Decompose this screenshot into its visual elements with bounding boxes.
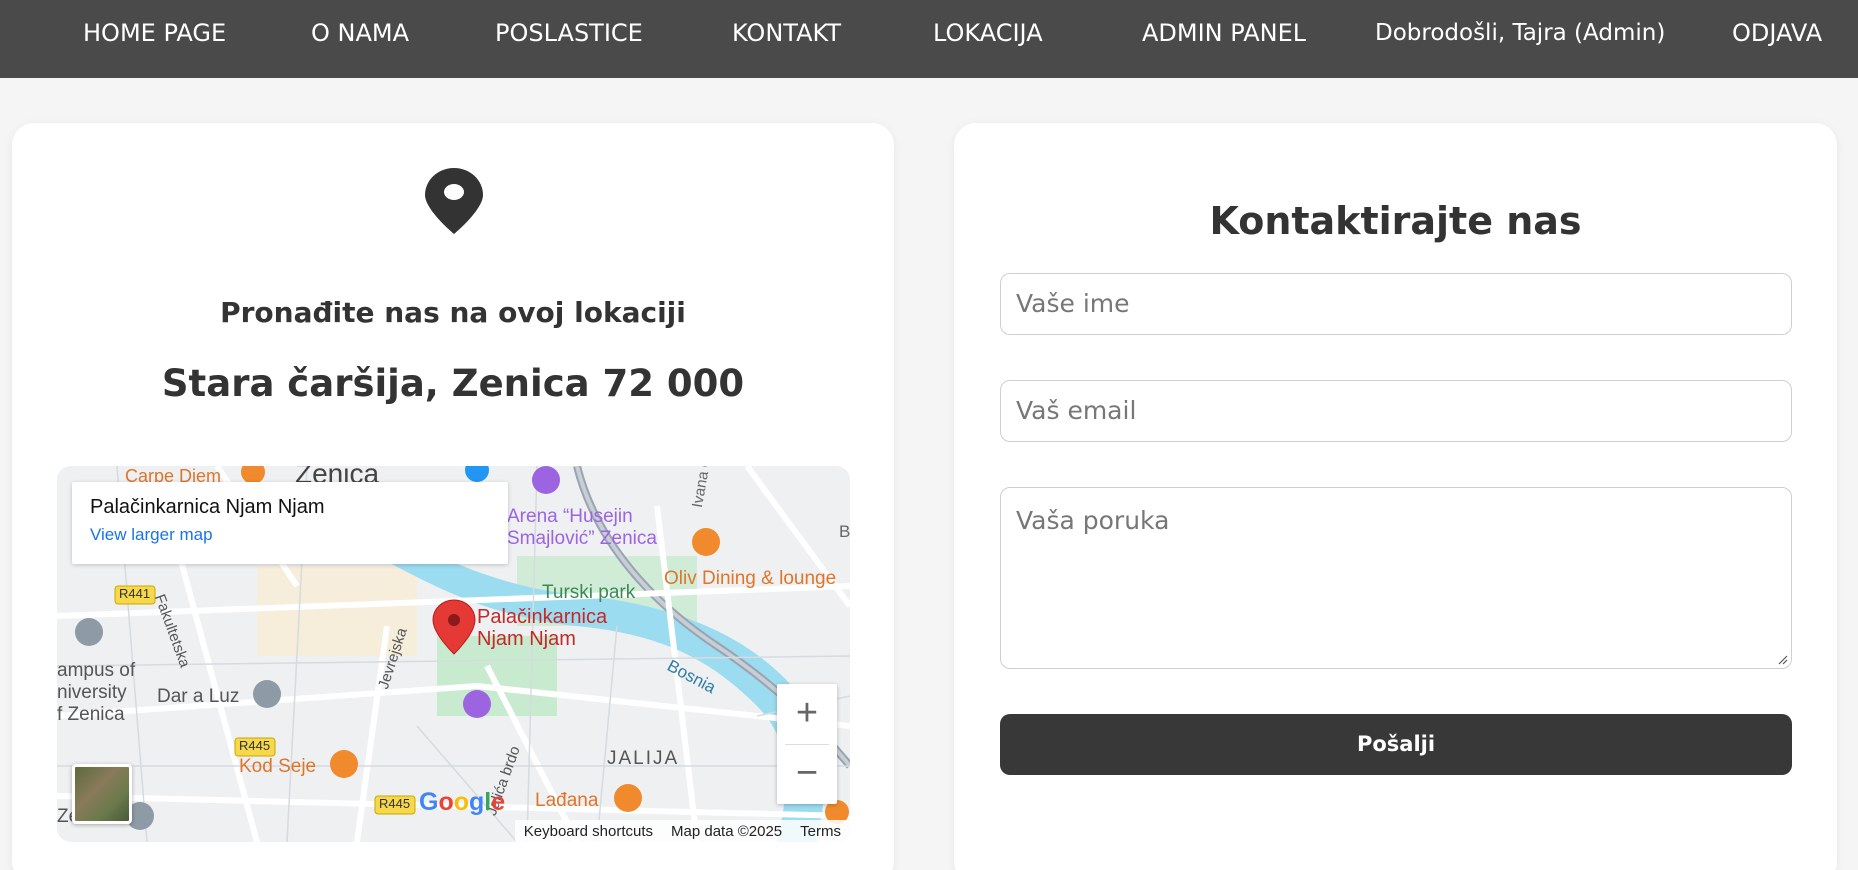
map-label-turski-park: Turski park <box>542 582 636 603</box>
map-attribution-bar: Keyboard shortcuts Map data ©2025 Terms <box>514 820 850 842</box>
nav-admin-panel[interactable]: ADMIN PANEL <box>1142 0 1306 66</box>
view-larger-map-link[interactable]: View larger map <box>90 525 490 545</box>
nav-odjava[interactable]: ODJAVA <box>1732 0 1822 66</box>
zoom-out-button[interactable]: − <box>777 744 837 804</box>
message-field[interactable]: Vaša poruka <box>1000 487 1792 669</box>
message-placeholder: Vaša poruka <box>1016 506 1170 535</box>
road-shield-r445-a: R445 <box>239 738 271 753</box>
road-shield-r445-b: R445 <box>379 796 411 811</box>
map-label-ladjana: Lađana <box>535 790 599 811</box>
map-label-campus-3: f Zenica <box>57 704 125 725</box>
map-terms-link[interactable]: Terms <box>791 823 850 840</box>
resize-grip-icon[interactable] <box>1776 653 1788 665</box>
map-label-arena-2: Smajlović” Zenica <box>507 528 657 549</box>
keyboard-shortcuts-link[interactable]: Keyboard shortcuts <box>515 823 662 840</box>
map-label-oliv: Oliv Dining & lounge <box>664 568 837 589</box>
map-label-dar-a-luz: Dar a Luz <box>157 686 240 707</box>
map-zoom-controls: + − <box>777 684 837 804</box>
nav-welcome-user: Dobrodošli, Tajra (Admin) <box>1375 20 1666 46</box>
nav-lokacija[interactable]: LOKACIJA <box>933 0 1043 66</box>
road-shield-r441: R441 <box>119 586 151 601</box>
nav-poslastice[interactable]: POSLASTICE <box>495 0 643 66</box>
location-address: Stara čaršija, Zenica 72 000 <box>161 362 745 405</box>
top-nav: HOME PAGE O NAMA POSLASTICE KONTAKT LOKA… <box>0 0 1858 78</box>
google-logo: Google <box>419 788 506 816</box>
map-label-jalija: JALIJA <box>607 748 680 769</box>
location-heading: Pronađite nas na ovoj lokaciji <box>220 296 686 329</box>
map-label-b: B <box>839 522 850 541</box>
map-data-attribution: Map data ©2025 <box>671 822 783 840</box>
map-label-marker-2: Njam Njam <box>477 628 576 650</box>
satellite-layer-toggle[interactable] <box>72 764 132 824</box>
map-label-kod-seje: Kod Seje <box>239 756 317 777</box>
map-label-arena-1: Arena “Husejin <box>507 506 633 527</box>
nav-kontakt[interactable]: KONTAKT <box>732 0 841 66</box>
map-label-campus-2: niversity <box>57 682 127 703</box>
embedded-map[interactable]: Carpe Diem Zenica Arena “Husejin Smajlov… <box>57 466 850 842</box>
map-pin-icon <box>425 168 483 234</box>
email-field[interactable]: Vaš email <box>1000 380 1792 442</box>
contact-title: Kontaktirajte nas <box>1209 199 1582 243</box>
map-info-card: Palačinkarnica Njam Njam View larger map <box>72 482 508 564</box>
nav-o-nama[interactable]: O NAMA <box>311 0 409 66</box>
map-label-marker-1: Palačinkarnica <box>477 606 608 628</box>
map-label-campus-1: ampus of <box>57 660 136 681</box>
name-field[interactable]: Vaše ime <box>1000 273 1792 335</box>
zoom-in-button[interactable]: + <box>777 684 837 744</box>
submit-button[interactable]: Pošalji <box>1000 714 1792 775</box>
nav-home-page[interactable]: HOME PAGE <box>83 0 226 66</box>
map-place-name: Palačinkarnica Njam Njam <box>90 496 325 518</box>
